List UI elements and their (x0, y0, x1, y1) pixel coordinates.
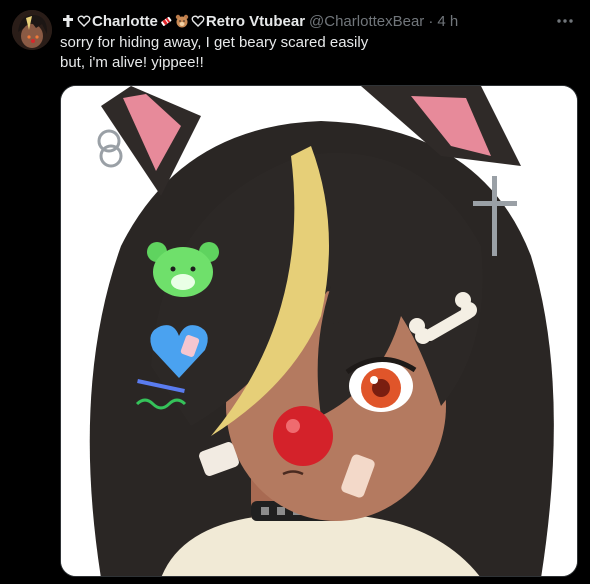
ellipsis-icon (557, 19, 573, 23)
separator-dot: · (428, 12, 434, 30)
vtuber-artwork (61, 86, 577, 576)
tweet-header: Charlotte Retro Vtubear @CharlottexBear … (60, 11, 550, 31)
avatar[interactable] (12, 10, 52, 50)
tweet-text-line: but, i'm alive! yippee!! (60, 54, 204, 71)
avatar-image (12, 10, 52, 50)
cross-icon (61, 14, 75, 28)
timestamp[interactable]: 4 h (437, 13, 458, 30)
more-options-button[interactable] (554, 10, 576, 32)
display-name-prefix[interactable]: Charlotte (92, 13, 158, 30)
tweet-text: sorry for hiding away, I get beary scare… (60, 33, 560, 73)
heart-outline-icon (191, 14, 205, 28)
bear-face-icon (175, 14, 189, 28)
tweet-text-line: sorry for hiding away, I get beary scare… (60, 34, 369, 51)
heart-outline-icon (77, 14, 91, 28)
tweet-media-image[interactable] (60, 85, 578, 577)
candy-icon (159, 14, 173, 28)
display-name-suffix[interactable]: Retro Vtubear (206, 13, 305, 30)
tweet[interactable]: Charlotte Retro Vtubear @CharlottexBear … (0, 0, 590, 584)
user-handle[interactable]: @CharlottexBear (309, 13, 424, 30)
